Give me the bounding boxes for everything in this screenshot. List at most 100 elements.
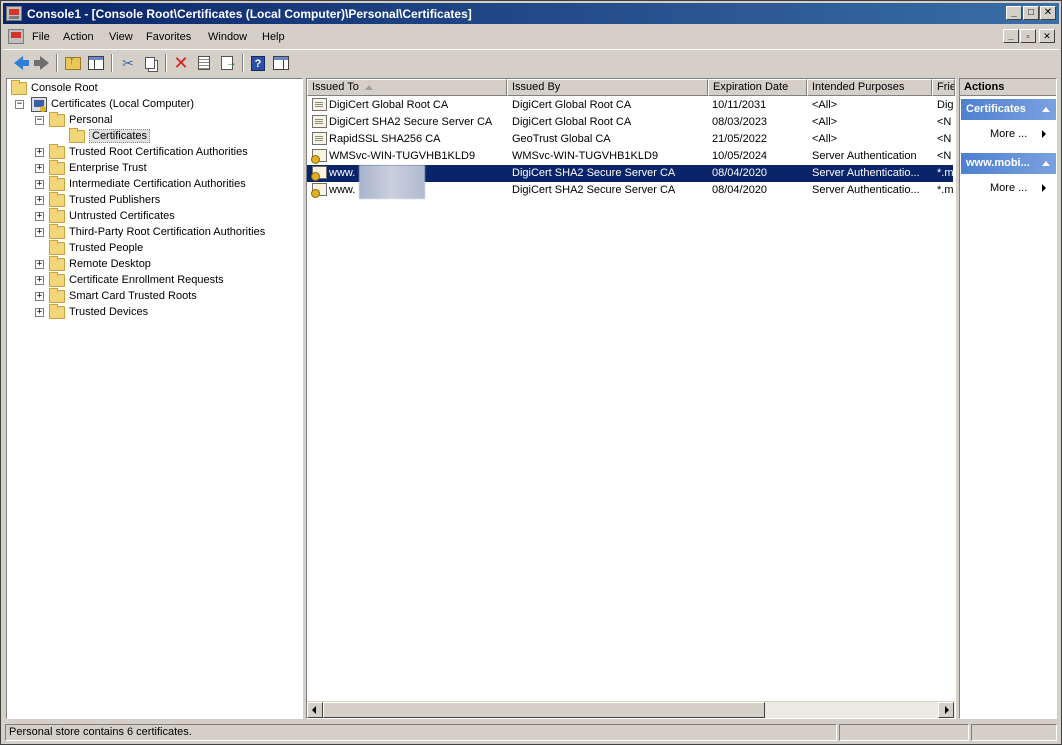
folder-icon — [49, 207, 65, 223]
column-header-intended-purposes[interactable]: Intended Purposes — [807, 79, 932, 96]
folder-icon — [49, 223, 65, 239]
menu-favorites[interactable]: Favorites — [146, 31, 191, 43]
column-header-issued-by[interactable]: Issued By — [507, 79, 708, 96]
tree-item-store[interactable]: + Trusted Publishers — [35, 191, 160, 208]
folder-icon — [49, 143, 65, 159]
tree-item-store[interactable]: + Third-Party Root Certification Authorit… — [35, 223, 266, 240]
forward-icon — [33, 56, 49, 70]
cell-issued-by: DigiCert SHA2 Secure Server CA — [512, 167, 676, 179]
horizontal-scrollbar[interactable] — [307, 701, 955, 718]
column-header-issued-to[interactable]: Issued To — [307, 79, 507, 96]
collapse-toggle[interactable]: − — [35, 116, 44, 125]
cell-expiration: 10/11/2031 — [712, 99, 767, 111]
open-folder-icon — [69, 127, 85, 143]
back-button[interactable] — [8, 53, 29, 73]
cell-issued-to: DigiCert SHA2 Secure Server CA — [329, 116, 493, 128]
show-hide-tree-button[interactable] — [86, 53, 106, 73]
menu-view[interactable]: View — [109, 31, 133, 43]
close-button[interactable]: ✕ — [1040, 6, 1056, 20]
delete-button[interactable]: ✕ — [171, 53, 191, 73]
tree-item-label: Certificates (Local Computer) — [51, 98, 195, 110]
document-icon[interactable] — [8, 29, 24, 44]
tree-item-personal[interactable]: − Personal — [35, 111, 112, 128]
tree-item-store[interactable]: + Trusted Root Certification Authorities — [35, 143, 248, 160]
column-header-expiration-date[interactable]: Expiration Date — [708, 79, 807, 96]
mdi-restore-button[interactable]: ▫ — [1020, 29, 1036, 43]
tree-item-certificates-local-computer[interactable]: − Certificates (Local Computer) — [15, 96, 194, 112]
collapse-section-icon[interactable] — [1042, 107, 1050, 112]
tree-item-store[interactable]: + Enterprise Trust — [35, 159, 147, 176]
status-panel — [971, 724, 1057, 741]
collapse-toggle[interactable]: − — [15, 100, 24, 109]
menu-help[interactable]: Help — [262, 31, 285, 43]
status-bar: Personal store contains 6 certificates. — [3, 722, 1059, 742]
menu-window[interactable]: Window — [208, 31, 247, 43]
table-row[interactable]: WMSvc-WIN-TUGVHB1KLD9 WMSvc-WIN-TUGVHB1K… — [307, 148, 953, 165]
collapse-section-icon[interactable] — [1042, 161, 1050, 166]
copy-button[interactable] — [140, 53, 160, 73]
column-header-friendly-name[interactable]: Frie — [932, 79, 955, 96]
cell-purposes: Server Authenticatio... — [812, 167, 920, 179]
scroll-thumb[interactable] — [323, 702, 765, 718]
show-hide-action-pane-icon — [273, 56, 289, 70]
action-label: More ... — [990, 128, 1028, 140]
minimize-button[interactable]: _ — [1006, 6, 1022, 20]
more-actions-item[interactable]: More ... — [961, 178, 1056, 198]
console-tree-pane[interactable]: Console Root − Certificates (Local Compu… — [6, 78, 303, 719]
scroll-left-button[interactable] — [307, 702, 323, 718]
tree-item-store[interactable]: + Untrusted Certificates — [35, 207, 175, 224]
tree-item-store[interactable]: Trusted People — [49, 239, 143, 256]
table-row[interactable]: RapidSSL SHA256 CA GeoTrust Global CA 21… — [307, 131, 953, 148]
expand-toggle[interactable]: + — [35, 164, 44, 173]
tree-item-console-root[interactable]: Console Root — [11, 79, 98, 96]
cut-button[interactable]: ✂ — [118, 53, 138, 73]
cell-purposes: <All> — [812, 116, 838, 128]
cell-issued-to: RapidSSL SHA256 CA — [329, 133, 441, 145]
export-list-button[interactable] — [217, 53, 237, 73]
certificate-icon — [312, 115, 327, 128]
maximize-button[interactable]: □ — [1023, 6, 1039, 20]
properties-icon — [198, 56, 210, 70]
table-row[interactable]: DigiCert Global Root CA DigiCert Global … — [307, 97, 953, 114]
cell-expiration: 10/05/2024 — [712, 150, 768, 162]
show-hide-action-pane-button[interactable] — [271, 53, 291, 73]
mdi-close-button[interactable]: ✕ — [1039, 29, 1055, 43]
expand-toggle[interactable]: + — [35, 308, 44, 317]
mmc-app-icon[interactable] — [6, 6, 22, 21]
expand-toggle[interactable]: + — [35, 180, 44, 189]
tree-item-personal-certificates[interactable]: Certificates — [69, 127, 151, 144]
menu-action[interactable]: Action — [63, 31, 94, 43]
tree-item-store[interactable]: + Remote Desktop — [35, 255, 151, 272]
cell-purposes: <All> — [812, 99, 838, 111]
actions-section-selected-cert[interactable]: www.mobi... — [961, 153, 1056, 174]
table-row[interactable]: DigiCert SHA2 Secure Server CA DigiCert … — [307, 114, 953, 131]
expand-toggle[interactable]: + — [35, 276, 44, 285]
results-list-pane[interactable]: Issued To Issued By Expiration Date Inte… — [306, 78, 956, 719]
expand-toggle[interactable]: + — [35, 260, 44, 269]
tree-item-store[interactable]: + Intermediate Certification Authorities — [35, 175, 246, 192]
help-button[interactable]: ? — [248, 53, 268, 73]
actions-header: Actions — [960, 79, 1056, 96]
tree-item-store[interactable]: + Smart Card Trusted Roots — [35, 287, 197, 304]
expand-toggle[interactable]: + — [35, 228, 44, 237]
tree-item-label: Trusted Root Certification Authorities — [69, 146, 248, 158]
expand-toggle[interactable]: + — [35, 212, 44, 221]
forward-button[interactable] — [31, 53, 51, 73]
menu-file[interactable]: File — [32, 31, 50, 43]
expand-toggle[interactable]: + — [35, 196, 44, 205]
tree-item-label: Third-Party Root Certification Authoriti… — [69, 226, 266, 238]
tree-item-label: Remote Desktop — [69, 258, 151, 270]
cell-purposes: Server Authentication — [812, 150, 917, 162]
tree-item-store[interactable]: + Certificate Enrollment Requests — [35, 271, 224, 288]
actions-section-certificates[interactable]: Certificates — [961, 99, 1056, 120]
scroll-right-button[interactable] — [938, 702, 954, 718]
expand-toggle[interactable]: + — [35, 148, 44, 157]
properties-button[interactable] — [194, 53, 214, 73]
mdi-minimize-button[interactable]: _ — [1003, 29, 1019, 43]
tree-item-store[interactable]: + Trusted Devices — [35, 303, 148, 320]
up-one-level-button[interactable] — [63, 53, 83, 73]
expand-toggle[interactable]: + — [35, 292, 44, 301]
show-hide-tree-icon — [88, 56, 104, 70]
more-actions-item[interactable]: More ... — [961, 124, 1056, 144]
title-bar[interactable]: Console1 - [Console Root\Certificates (L… — [3, 3, 1059, 24]
